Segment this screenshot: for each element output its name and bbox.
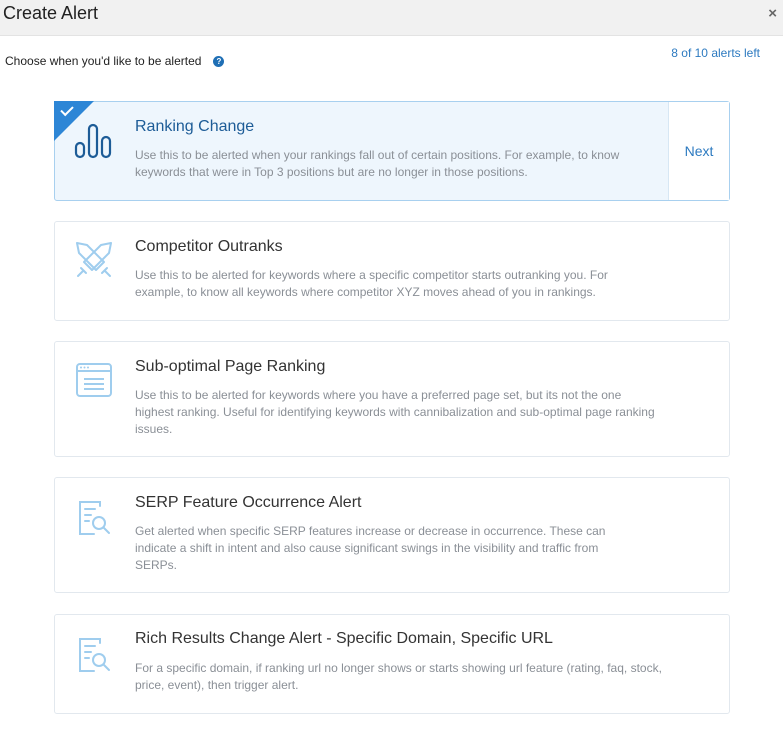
alert-description: For a specific domain, if ranking url no… (135, 661, 662, 692)
close-icon[interactable]: × (768, 5, 777, 22)
alert-title: Ranking Change (135, 118, 255, 135)
alerts-left-counter: 8 of 10 alerts left (671, 46, 760, 60)
bar-chart-icon (74, 123, 112, 159)
alert-title: SERP Feature Occurrence Alert (135, 494, 362, 511)
alert-option-rich-results-change[interactable]: Rich Results Change Alert - Specific Dom… (54, 614, 730, 714)
alert-title: Competitor Outranks (135, 238, 283, 255)
subtitle-text: Choose when you'd like to be alerted (5, 54, 202, 68)
alert-title: Rich Results Change Alert - Specific Dom… (135, 630, 553, 647)
next-button[interactable]: Next (685, 143, 714, 159)
alert-title: Sub-optimal Page Ranking (135, 358, 326, 375)
document-search-icon (79, 638, 110, 672)
alert-option-ranking-change[interactable]: Ranking Change Use this to be alerted wh… (54, 101, 730, 201)
alert-description: Use this to be alerted for keywords wher… (135, 388, 655, 436)
crossed-swords-icon (76, 242, 112, 277)
alert-description: Use this to be alerted when your ranking… (135, 148, 620, 179)
dialog-title: Create Alert (3, 3, 99, 23)
subtitle: Choose when you'd like to be alerted ? (5, 54, 225, 68)
alert-option-competitor-outranks[interactable]: Competitor Outranks Use this to be alert… (54, 221, 730, 321)
alert-option-serp-feature-occurrence[interactable]: SERP Feature Occurrence Alert Get alerte… (54, 477, 730, 593)
alert-description: Get alerted when specific SERP features … (135, 524, 606, 572)
document-search-icon (79, 501, 110, 535)
alert-description: Use this to be alerted for keywords wher… (135, 268, 608, 299)
next-panel: Next (668, 102, 729, 200)
help-icon[interactable]: ? (213, 55, 225, 67)
alert-option-sub-optimal-page-ranking[interactable]: Sub-optimal Page Ranking Use this to be … (54, 341, 730, 457)
dialog-header: Create Alert × (0, 0, 783, 36)
browser-page-icon (76, 363, 112, 397)
